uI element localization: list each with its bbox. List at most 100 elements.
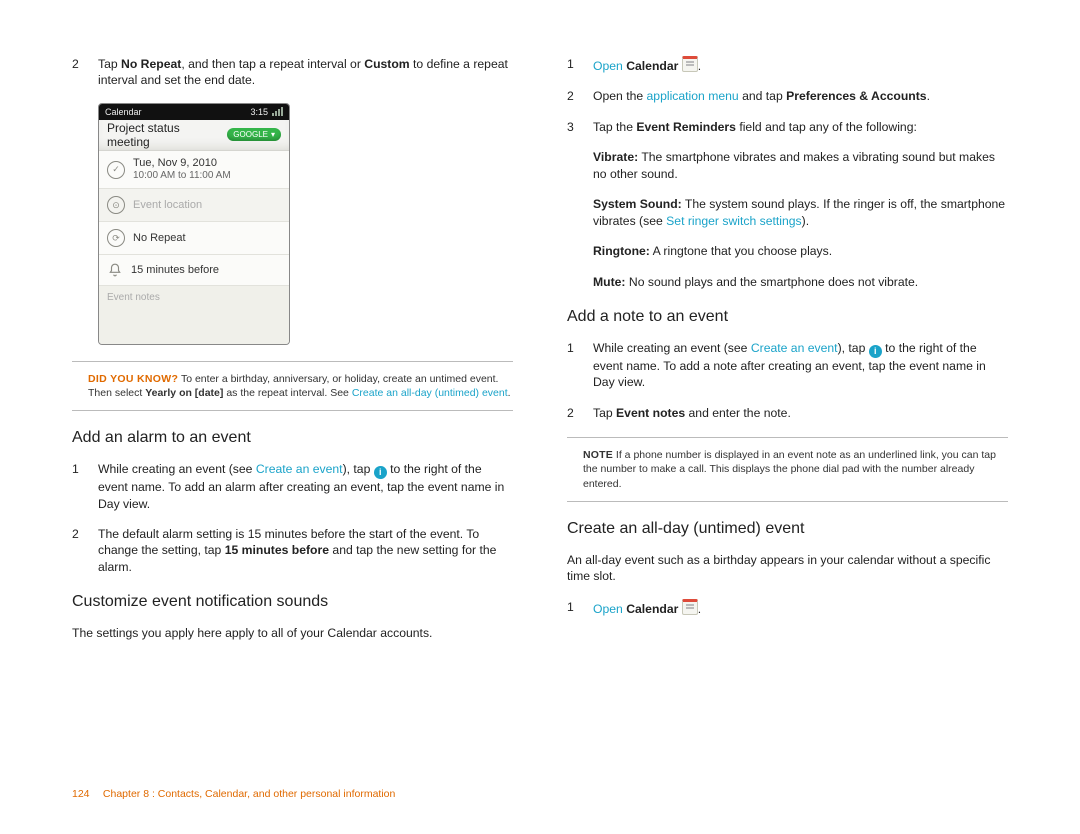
text: While creating an event (see bbox=[98, 462, 256, 476]
option-system-sound: System Sound: The system sound plays. If… bbox=[593, 196, 1008, 229]
text: ), tap bbox=[838, 341, 869, 355]
text-bold: Event Reminders bbox=[636, 120, 736, 134]
text-bold: Preferences & Accounts bbox=[786, 89, 926, 103]
repeat-value: No Repeat bbox=[133, 232, 186, 245]
text: , and then tap a repeat interval or bbox=[181, 57, 364, 71]
page-number: 124 bbox=[72, 788, 100, 800]
step-note-1: 1 While creating an event (see Create an… bbox=[567, 340, 1008, 391]
link-open[interactable]: Open bbox=[593, 602, 623, 616]
step-number: 1 bbox=[567, 340, 593, 391]
step-open-calendar-1: 1 Open Calendar . bbox=[567, 56, 1008, 74]
sounds-intro: The settings you apply here apply to all… bbox=[72, 625, 513, 641]
step-repeat-interval: 2 Tap No Repeat, and then tap a repeat i… bbox=[72, 56, 513, 89]
text: Tap bbox=[593, 406, 616, 420]
did-you-know-callout: DID YOU KNOW? To enter a birthday, anniv… bbox=[72, 361, 513, 411]
alarm-value: 15 minutes before bbox=[131, 264, 219, 277]
right-column: 1 Open Calendar . 2 Open the application… bbox=[567, 56, 1008, 656]
info-icon: i bbox=[374, 466, 387, 479]
phone-notes-area: Event notes bbox=[99, 286, 289, 344]
page-footer: 124 Chapter 8 : Contacts, Calendar, and … bbox=[72, 788, 395, 800]
date-line: Tue, Nov 9, 2010 bbox=[133, 157, 231, 170]
text: Tap bbox=[98, 57, 121, 71]
left-column: 2 Tap No Repeat, and then tap a repeat i… bbox=[72, 56, 513, 656]
text-bold: No Repeat bbox=[121, 57, 181, 71]
link-all-day-event[interactable]: Create an all-day (untimed) event bbox=[352, 387, 508, 399]
heading-add-alarm: Add an alarm to an event bbox=[72, 429, 513, 447]
repeat-icon: ⟳ bbox=[107, 229, 125, 247]
text: . bbox=[698, 602, 701, 616]
heading-add-note: Add a note to an event bbox=[567, 308, 1008, 326]
step-open-app-menu: 2 Open the application menu and tap Pref… bbox=[567, 88, 1008, 104]
calendar-icon bbox=[682, 56, 698, 72]
phone-screenshot: Calendar 3:15 Project status meeting GOO… bbox=[98, 103, 290, 345]
step-body: Tap No Repeat, and then tap a repeat int… bbox=[98, 56, 513, 89]
bell-icon bbox=[107, 262, 123, 278]
phone-row-repeat: ⟳ No Repeat bbox=[99, 222, 289, 255]
heading-notification-sounds: Customize event notification sounds bbox=[72, 593, 513, 611]
text: Tap the bbox=[593, 120, 636, 134]
step-number: 1 bbox=[567, 56, 593, 74]
step-alarm-1: 1 While creating an event (see Create an… bbox=[72, 461, 513, 512]
text-bold: Mute: bbox=[593, 275, 626, 289]
link-create-event[interactable]: Create an event bbox=[256, 462, 343, 476]
text: field and tap any of the following: bbox=[736, 120, 917, 134]
statusbar-app: Calendar bbox=[105, 107, 142, 117]
text-bold: Yearly on [date] bbox=[145, 387, 223, 399]
text-bold: System Sound: bbox=[593, 197, 682, 211]
link-open[interactable]: Open bbox=[593, 59, 623, 73]
step-number: 2 bbox=[567, 88, 593, 104]
notes-placeholder: Event notes bbox=[107, 292, 160, 303]
event-title: Project status meeting bbox=[107, 121, 221, 149]
text: as the repeat interval. See bbox=[223, 387, 351, 399]
link-ringer-settings[interactable]: Set ringer switch settings bbox=[666, 214, 801, 228]
signal-icon bbox=[272, 107, 283, 116]
clock-icon: ✓ bbox=[107, 161, 125, 179]
text: . bbox=[508, 387, 511, 399]
text-bold: Custom bbox=[364, 57, 409, 71]
step-note-2: 2 Tap Event notes and enter the note. bbox=[567, 405, 1008, 421]
text: No sound plays and the smartphone does n… bbox=[626, 275, 919, 289]
step-number: 1 bbox=[567, 599, 593, 617]
step-event-reminders: 3 Tap the Event Reminders field and tap … bbox=[567, 119, 1008, 135]
phone-statusbar: Calendar 3:15 bbox=[99, 104, 289, 120]
callout-lead: DID YOU KNOW? bbox=[88, 373, 178, 385]
phone-row-location: ⊙ Event location bbox=[99, 189, 289, 222]
step-number: 2 bbox=[567, 405, 593, 421]
text: ). bbox=[802, 214, 809, 228]
account-pill: GOOGLE ▾ bbox=[227, 128, 281, 141]
note-callout: NOTE If a phone number is displayed in a… bbox=[567, 437, 1008, 502]
text: and tap bbox=[739, 89, 786, 103]
statusbar-time: 3:15 bbox=[250, 107, 268, 117]
location-icon: ⊙ bbox=[107, 196, 125, 214]
text-bold: Calendar bbox=[626, 59, 678, 73]
link-create-event[interactable]: Create an event bbox=[751, 341, 838, 355]
link-app-menu[interactable]: application menu bbox=[647, 89, 739, 103]
footer-chapter: Chapter 8 : Contacts, Calendar, and othe… bbox=[103, 788, 395, 800]
allday-intro: An all-day event such as a birthday appe… bbox=[567, 552, 1008, 585]
callout-lead: NOTE bbox=[583, 449, 613, 461]
phone-titlebar: Project status meeting GOOGLE ▾ bbox=[99, 120, 289, 151]
text: While creating an event (see bbox=[593, 341, 751, 355]
pill-label: GOOGLE bbox=[233, 130, 268, 139]
text-bold: Vibrate: bbox=[593, 150, 638, 164]
option-vibrate: Vibrate: The smartphone vibrates and mak… bbox=[593, 149, 1008, 182]
step-alarm-2: 2 The default alarm setting is 15 minute… bbox=[72, 526, 513, 575]
calendar-icon bbox=[682, 599, 698, 615]
text: and enter the note. bbox=[685, 406, 791, 420]
text-bold: Ringtone: bbox=[593, 244, 650, 258]
step-number: 1 bbox=[72, 461, 98, 512]
phone-row-datetime: ✓ Tue, Nov 9, 2010 10:00 AM to 11:00 AM bbox=[99, 151, 289, 189]
location-placeholder: Event location bbox=[133, 199, 202, 212]
text: A ringtone that you choose plays. bbox=[650, 244, 832, 258]
heading-all-day-event: Create an all-day (untimed) event bbox=[567, 520, 1008, 538]
text: The smartphone vibrates and makes a vibr… bbox=[593, 150, 995, 180]
time-line: 10:00 AM to 11:00 AM bbox=[133, 170, 231, 182]
option-mute: Mute: No sound plays and the smartphone … bbox=[593, 274, 1008, 290]
chevron-down-icon: ▾ bbox=[271, 130, 275, 139]
text-bold: Calendar bbox=[626, 602, 678, 616]
text-bold: 15 minutes before bbox=[225, 543, 329, 557]
option-ringtone: Ringtone: A ringtone that you choose pla… bbox=[593, 243, 1008, 259]
text: . bbox=[698, 59, 701, 73]
text-bold: Event notes bbox=[616, 406, 685, 420]
text: If a phone number is displayed in an eve… bbox=[583, 449, 996, 489]
